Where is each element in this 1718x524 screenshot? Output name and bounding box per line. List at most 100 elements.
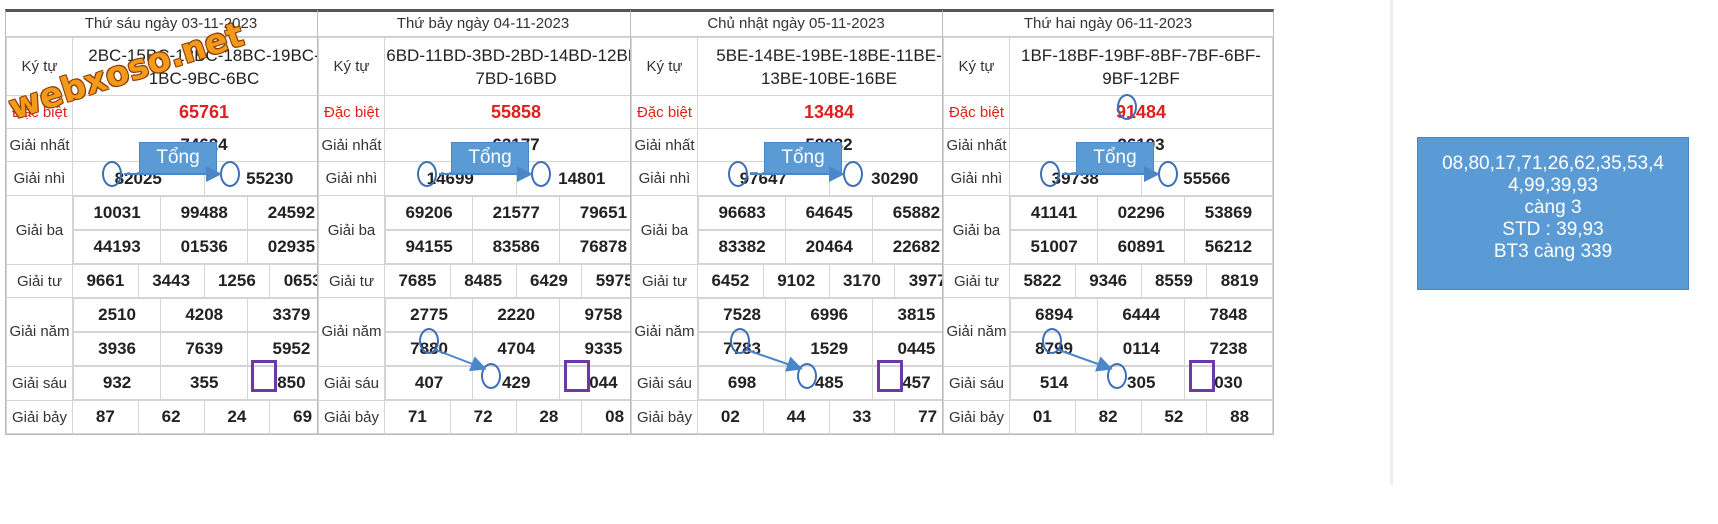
seventh-prize-value: 44 xyxy=(762,400,830,434)
label-ky-tu: Ký tự xyxy=(631,37,698,96)
fifth-prize-value: 2510 xyxy=(72,298,162,332)
highlight-square xyxy=(877,360,903,392)
third-prize-value: 53869 xyxy=(1184,196,1273,230)
highlight-circle xyxy=(1117,94,1137,120)
result-panel: Chủ nhật ngày 05-11-2023 Ký tự 5BE-14BE-… xyxy=(630,9,962,435)
result-table: Ký tự 5BE-14BE-19BE-18BE-11BE-13BE-10BE-… xyxy=(631,37,961,434)
label-giai-tu: Giải tư xyxy=(631,264,698,298)
seventh-prize-value: 01 xyxy=(1009,400,1076,434)
label-giai-nhi: Giải nhì xyxy=(631,161,698,196)
label-giai-ba: Giải ba xyxy=(943,195,1010,265)
highlight-circle xyxy=(1040,161,1060,187)
third-prize-value: 20464 xyxy=(785,230,874,264)
label-giai-nam: Giải năm xyxy=(6,297,73,367)
third-prize-value: 01536 xyxy=(160,230,249,264)
tong-badge: Tổng xyxy=(1076,142,1154,174)
fourth-prize-value: 9346 xyxy=(1074,264,1142,298)
fifth-prize-value: 7639 xyxy=(160,332,249,366)
label-giai-ba: Giải ba xyxy=(318,195,385,265)
third-prize-value: 60891 xyxy=(1097,230,1186,264)
label-giai-sau: Giải sáu xyxy=(943,365,1010,401)
seventh-prize-value: 88 xyxy=(1206,400,1273,434)
third-prize-value: 94155 xyxy=(384,230,474,264)
label-giai-nhat: Giải nhất xyxy=(631,128,698,162)
panel-date-header: Thứ hai ngày 06-11-2023 xyxy=(943,12,1273,37)
highlight-circle xyxy=(419,328,439,354)
summary-line-5: BT3 càng 339 xyxy=(1493,241,1613,262)
fifth-prize-value: 6444 xyxy=(1097,298,1186,332)
fourth-prize-value: 1256 xyxy=(203,264,271,298)
highlight-square xyxy=(251,360,277,392)
highlight-circle xyxy=(102,161,122,187)
third-prize-value: 69206 xyxy=(384,196,474,230)
fifth-prize-value: 6996 xyxy=(785,298,874,332)
seventh-prize-value: 24 xyxy=(203,400,271,434)
third-prize-value: 64645 xyxy=(785,196,874,230)
summary-line-3: càng 3 xyxy=(1524,197,1582,218)
fourth-prize-value: 9102 xyxy=(762,264,830,298)
seventh-prize-value: 71 xyxy=(384,400,451,434)
seventh-prize-value: 28 xyxy=(515,400,583,434)
fifth-prize-value: 0114 xyxy=(1097,332,1186,366)
third-prize-value: 10031 xyxy=(72,196,162,230)
summary-line-2: 4,99,39,93 xyxy=(1508,175,1598,196)
fifth-prize-value: 7528 xyxy=(697,298,787,332)
label-giai-nhat: Giải nhất xyxy=(943,128,1010,162)
fifth-prize-value: 2220 xyxy=(472,298,561,332)
fifth-prize-value: 4704 xyxy=(472,332,561,366)
label-giai-nhi: Giải nhì xyxy=(318,161,385,196)
third-prize-value: 83586 xyxy=(472,230,561,264)
label-giai-tu: Giải tư xyxy=(318,264,385,298)
highlight-square xyxy=(1189,360,1215,392)
label-giai-nhat: Giải nhất xyxy=(318,128,385,162)
label-ky-tu: Ký tự xyxy=(943,37,1010,96)
fourth-prize-value: 8485 xyxy=(449,264,517,298)
label-giai-tu: Giải tư xyxy=(943,264,1010,298)
third-prize-value: 96683 xyxy=(697,196,787,230)
panel-date-header: Thứ sáu ngày 03-11-2023 xyxy=(6,12,336,37)
label-giai-sau: Giải sáu xyxy=(631,365,698,401)
seventh-prize-value: 72 xyxy=(449,400,517,434)
fourth-prize-value: 8559 xyxy=(1140,264,1208,298)
label-giai-nam: Giải năm xyxy=(943,297,1010,367)
ky-tu-value: 1BF-18BF-19BF-8BF-7BF-6BF-9BF-12BF xyxy=(1009,37,1273,96)
ky-tu-value: 5BE-14BE-19BE-18BE-11BE-13BE-10BE-16BE xyxy=(697,37,961,96)
sixth-prize-value: 407 xyxy=(384,366,474,400)
third-prize-value: 99488 xyxy=(160,196,249,230)
highlight-circle xyxy=(531,161,551,187)
sixth-prize-value: 698 xyxy=(697,366,787,400)
label-giai-ba: Giải ba xyxy=(631,195,698,265)
sixth-prize-value: 932 xyxy=(72,366,162,400)
highlight-circle xyxy=(797,363,817,389)
label-giai-tu: Giải tư xyxy=(6,264,73,298)
panel-date-header: Chủ nhật ngày 05-11-2023 xyxy=(631,12,961,37)
third-prize-value: 41141 xyxy=(1009,196,1099,230)
summary-line-4: STD : 39,93 xyxy=(1502,219,1604,240)
tong-badge: Tổng xyxy=(139,142,217,174)
tong-badge: Tổng xyxy=(451,142,529,174)
highlight-circle xyxy=(481,363,501,389)
highlight-circle xyxy=(1158,161,1178,187)
third-prize-value: 56212 xyxy=(1184,230,1273,264)
sixth-prize-value: 355 xyxy=(160,366,249,400)
label-giai-bay: Giải bảy xyxy=(318,400,385,434)
seventh-prize-value: 87 xyxy=(72,400,139,434)
highlight-circle xyxy=(730,328,750,354)
third-prize-value: 21577 xyxy=(472,196,561,230)
fourth-prize-value: 5822 xyxy=(1009,264,1076,298)
label-ky-tu: Ký tự xyxy=(318,37,385,96)
fifth-prize-value: 1529 xyxy=(785,332,874,366)
fourth-prize-value: 3443 xyxy=(137,264,205,298)
label-giai-ba: Giải ba xyxy=(6,195,73,265)
label-giai-sau: Giải sáu xyxy=(6,365,73,401)
fourth-prize-value: 6452 xyxy=(697,264,764,298)
special-prize-value: 13484 xyxy=(697,95,961,129)
seventh-prize-value: 82 xyxy=(1074,400,1142,434)
label-giai-bay: Giải bảy xyxy=(943,400,1010,434)
label-dac-biet: Đặc biệt xyxy=(318,95,385,129)
label-dac-biet: Đặc biệt xyxy=(631,95,698,129)
seventh-prize-value: 02 xyxy=(697,400,764,434)
highlight-circle xyxy=(1042,328,1062,354)
seventh-prize-value: 52 xyxy=(1140,400,1208,434)
fourth-prize-value: 6429 xyxy=(515,264,583,298)
